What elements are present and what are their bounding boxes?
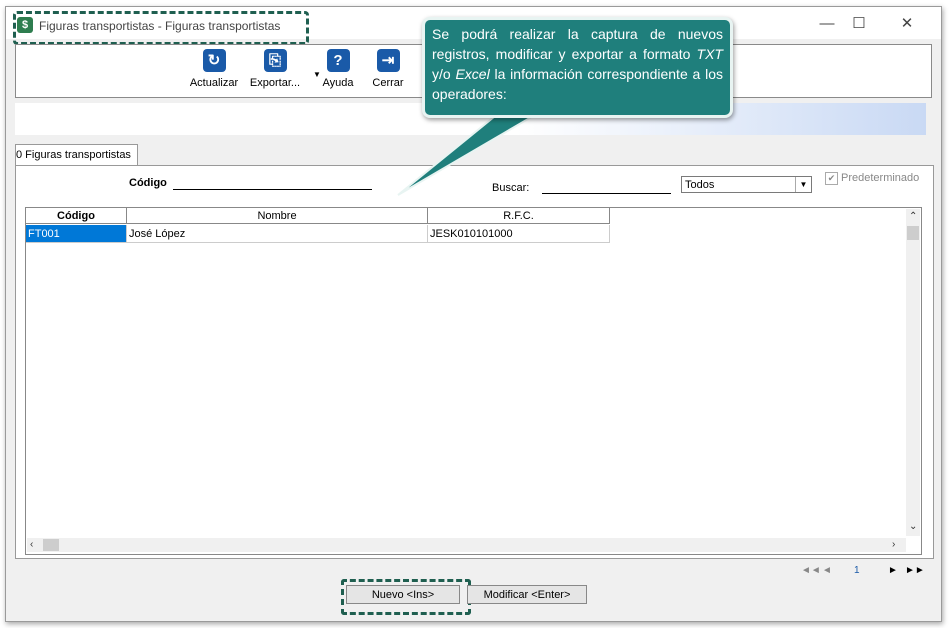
callout-text-2: y/o bbox=[432, 66, 456, 82]
callout-excel: Excel bbox=[455, 66, 490, 82]
callout-txt: TXT bbox=[696, 46, 723, 62]
callout-text: Se podrá realizar la captura de nuevos r… bbox=[432, 26, 723, 62]
callout-note: Se podrá realizar la captura de nuevos r… bbox=[422, 17, 733, 118]
